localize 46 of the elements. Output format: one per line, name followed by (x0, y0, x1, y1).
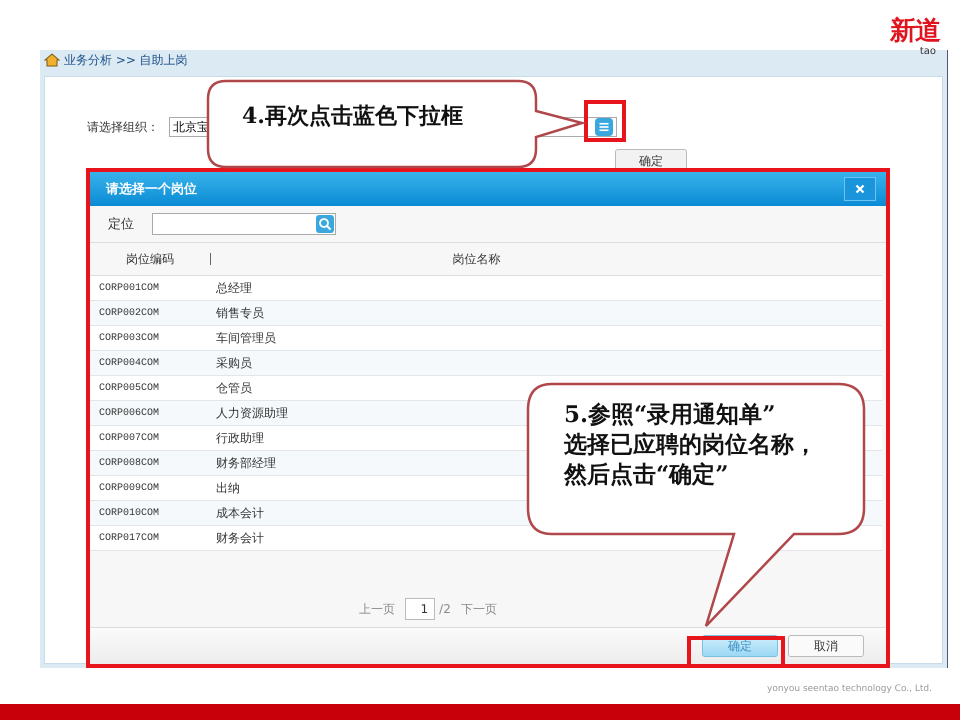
highlight-frame (584, 100, 626, 142)
table-row[interactable]: CORP003COM 车间管理员 (90, 326, 882, 351)
table-cell-text: CORP007COM (98, 432, 160, 444)
dialog-title: 请选择一个岗位 (106, 181, 197, 198)
column-header[interactable]: 岗位名称 (211, 250, 882, 268)
table-cell-text: CORP008COM (98, 458, 160, 468)
table-cell: 成本会计 (216, 504, 264, 522)
table-cell-text: CORP006COM (98, 408, 160, 418)
table-cell: 车间管理员 (216, 330, 276, 346)
list-icon[interactable] (595, 118, 613, 136)
table-cell: 总经理 (216, 280, 252, 296)
table-cell: 仓管员 (216, 380, 252, 396)
table-cell-text: CORP004COM (98, 358, 160, 368)
table-cell: 财务部经理 (216, 454, 276, 472)
table-cell: 出纳 (216, 480, 240, 496)
table-cell: 人力资源助理 (216, 404, 288, 422)
callout-text: 4.再次点击蓝色下拉框 (241, 102, 463, 131)
table-cell-text: CORP009COM (98, 482, 160, 494)
search-field[interactable] (152, 213, 336, 235)
table-cell: 财务会计 (216, 530, 264, 546)
home-icon (44, 52, 60, 68)
logo-text: 新道 (890, 16, 940, 46)
column-header[interactable]: 岗位编码 (90, 250, 210, 268)
table-cell-text: CORP001COM (98, 282, 160, 294)
breadcrumb-text[interactable]: 业务分析 >> 自助上岗 (64, 52, 188, 68)
table-cell-text: CORP017COM (98, 532, 160, 544)
table-cell-text: CORP003COM (98, 332, 160, 344)
cancel-button[interactable]: 取消 (788, 635, 864, 657)
logo-subtext: tao (920, 46, 936, 57)
table-cell-text: CORP002COM (98, 308, 160, 318)
table-cell-text: CORP010COM (98, 508, 160, 518)
table-cell-text: CORP005COM (98, 382, 160, 394)
search-label: 定位 (108, 216, 134, 233)
table-cell: 销售专员 (216, 304, 264, 322)
field-label: 请选择组织： (87, 118, 159, 136)
close-button[interactable] (844, 177, 876, 201)
page-total: /2 (439, 602, 451, 616)
table-cell: 行政助理 (216, 430, 264, 446)
table-row[interactable]: CORP004COM 采购员 (90, 351, 882, 376)
search-icon[interactable] (316, 215, 334, 233)
footer-text: yonyou seentao technology Co., Ltd. (767, 684, 932, 694)
table-cell: 采购员 (216, 354, 252, 372)
close-icon (855, 184, 865, 194)
page-field[interactable]: 1 (405, 598, 436, 620)
table-row[interactable]: CORP001COM 总经理 (90, 276, 882, 301)
table-row[interactable]: CORP002COM 销售专员 (90, 301, 882, 326)
